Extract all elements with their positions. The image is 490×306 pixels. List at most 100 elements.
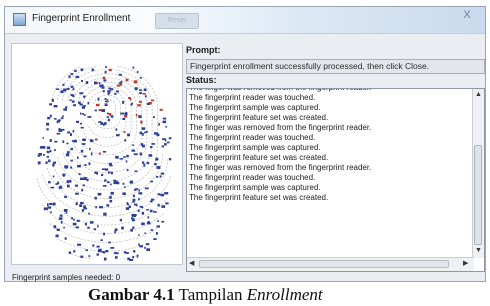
- fingerprint-minutia: [65, 106, 68, 109]
- fingerprint-minutia: [156, 158, 159, 161]
- fingerprint-minutia: [86, 178, 89, 182]
- fingerprint-minutia: [118, 73, 122, 76]
- fingerprint-minutia: [89, 147, 91, 150]
- horizontal-scroll-thumb[interactable]: [199, 260, 449, 268]
- fingerprint-minutia: [79, 204, 83, 207]
- status-text-area[interactable]: The finger was removed from the fingerpr…: [186, 88, 485, 272]
- status-line: The finger was removed from the fingerpr…: [189, 123, 372, 132]
- fingerprint-minutia: [72, 104, 77, 107]
- scroll-down-arrow-icon[interactable]: ▼: [475, 246, 482, 256]
- fingerprint-minutia: [106, 204, 110, 207]
- fingerprint-minutia: [94, 171, 98, 174]
- fingerprint-minutia: [142, 144, 145, 148]
- fingerprint-minutia: [94, 138, 98, 141]
- fingerprint-minutia: [72, 88, 75, 91]
- fingerprint-minutia: [116, 134, 120, 137]
- vertical-scrollbar[interactable]: ▲ ▼: [472, 89, 484, 258]
- fingerprint-minutia: [156, 166, 161, 169]
- fingerprint-minutia: [109, 199, 113, 203]
- fingerprint-minutia: [84, 222, 87, 226]
- enrollment-window: Fingerprint Enrollment Reset X Prompt: F…: [4, 6, 486, 282]
- fingerprint-minutia: [114, 180, 118, 184]
- caption-number: Gambar 4.1: [88, 285, 175, 304]
- fingerprint-minutia: [71, 100, 75, 103]
- fingerprint-minutia: [162, 138, 166, 141]
- fingerprint-minutia: [100, 239, 103, 241]
- fingerprint-minutia: [71, 217, 73, 220]
- vertical-scroll-thumb[interactable]: [474, 145, 482, 245]
- fingerprint-minutia: [141, 127, 146, 130]
- close-icon[interactable]: X: [453, 8, 481, 23]
- title-bar[interactable]: Fingerprint Enrollment Reset X: [5, 7, 485, 34]
- fingerprint-minutia: [89, 139, 94, 143]
- fingerprint-minutia: [139, 92, 142, 94]
- fingerprint-minutia: [103, 232, 105, 236]
- fingerprint-minutia: [54, 140, 58, 143]
- fingerprint-minutia: [159, 175, 162, 178]
- fingerprint-minutia: [156, 232, 158, 235]
- fingerprint-minutia: [161, 205, 166, 208]
- fingerprint-minutia: [103, 251, 106, 254]
- fingerprint-minutia: [115, 128, 118, 131]
- fingerprint-minutia: [80, 149, 84, 153]
- fingerprint-minutia: [83, 105, 86, 107]
- fingerprint-minutia: [71, 140, 75, 142]
- fingerprint-minutia: [66, 142, 69, 145]
- fingerprint-minutia: [145, 95, 147, 98]
- samples-needed-label: Fingerprint samples needed: 0: [12, 273, 121, 282]
- fingerprint-minutia: [138, 192, 143, 195]
- fingerprint-minutia: [88, 212, 91, 215]
- fingerprint-minutia: [64, 195, 67, 198]
- fingerprint-minutia: [148, 154, 153, 157]
- fingerprint-minutia: [103, 185, 107, 187]
- fingerprint-minutia: [90, 221, 94, 224]
- fingerprint-minutia: [143, 88, 147, 92]
- caption-emphasis: Enrollment: [246, 285, 323, 304]
- fingerprint-minutia: [107, 112, 109, 115]
- scroll-left-arrow-icon[interactable]: ◀: [189, 259, 194, 269]
- scroll-up-arrow-icon[interactable]: ▲: [475, 90, 482, 100]
- fingerprint-minutia: [63, 209, 68, 212]
- status-line: The fingerprint reader was touched.: [189, 133, 316, 142]
- fingerprint-minutia: [126, 154, 129, 158]
- fingerprint-minutia: [82, 184, 85, 187]
- fingerprint-minutia: [77, 243, 82, 246]
- fingerprint-minutia: [87, 116, 92, 118]
- fingerprint-minutia: [165, 202, 169, 205]
- fingerprint-minutia: [108, 113, 112, 116]
- fingerprint-minutia: [77, 156, 79, 160]
- fingerprint-minutia: [116, 84, 121, 87]
- fingerprint-minutia: [76, 219, 80, 222]
- fingerprint-minutia: [81, 209, 84, 212]
- fingerprint-minutia: [121, 226, 123, 230]
- status-lines: The finger was removed from the fingerpr…: [189, 89, 471, 251]
- fingerprint-minutia: [50, 211, 52, 214]
- fingerprint-minutia: [53, 105, 58, 108]
- fingerprint-minutia: [94, 196, 97, 200]
- status-line: The fingerprint sample was captured.: [189, 183, 321, 192]
- fingerprint-minutia: [70, 159, 73, 162]
- fingerprint-minutia: [164, 143, 167, 146]
- status-line: The fingerprint sample was captured.: [189, 143, 321, 152]
- scroll-right-arrow-icon[interactable]: ▶: [463, 259, 468, 269]
- fingerprint-minutia: [97, 225, 99, 228]
- reset-button[interactable]: Reset: [155, 13, 199, 29]
- fingerprint-minutia: [154, 132, 158, 135]
- fingerprint-ridge: [77, 81, 137, 156]
- fingerprint-minutia: [150, 180, 154, 183]
- fingerprint-minutia: [132, 255, 134, 259]
- fingerprint-minutia: [53, 225, 57, 229]
- fingerprint-minutia: [153, 211, 157, 213]
- horizontal-scrollbar[interactable]: ◀ ▶: [187, 257, 474, 271]
- fingerprint-minutia: [58, 186, 63, 189]
- fingerprint-minutia: [100, 122, 104, 125]
- prompt-field: Fingerprint enrollment successfully proc…: [186, 59, 485, 74]
- fingerprint-minutia: [149, 209, 153, 213]
- fingerprint-minutia: [114, 93, 117, 95]
- fingerprint-minutia: [46, 128, 49, 131]
- fingerprint-minutia: [60, 90, 64, 94]
- fingerprint-minutia: [75, 192, 79, 195]
- fingerprint-minutia: [134, 87, 138, 91]
- fingerprint-minutia: [79, 92, 84, 95]
- fingerprint-minutia: [159, 108, 163, 111]
